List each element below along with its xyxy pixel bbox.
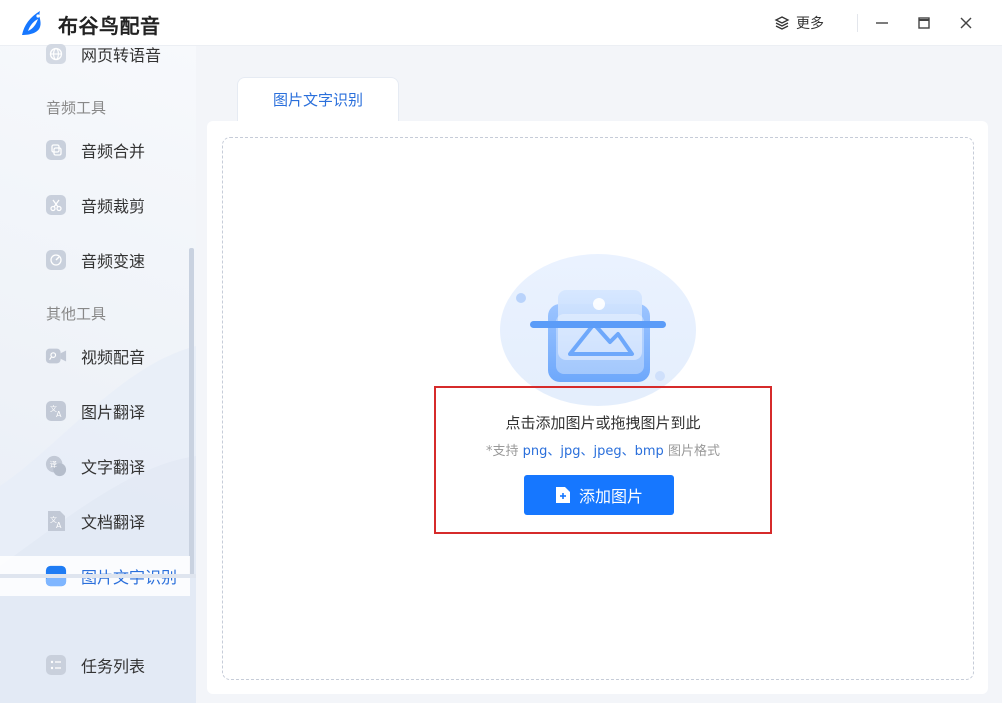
globe-icon [45, 43, 67, 65]
doc-translate-icon: 文A [45, 510, 67, 532]
sidebar-item-label: 视频配音 [81, 348, 146, 367]
image-translate-icon: 文A [45, 400, 67, 422]
sidebar-section-title: 其他工具 [46, 305, 107, 323]
maximize-icon [918, 17, 930, 29]
more-button[interactable]: 更多 [774, 12, 824, 34]
sidebar-item-video-dubbing[interactable]: 视频配音 [0, 336, 190, 376]
close-icon [960, 17, 972, 29]
more-label: 更多 [796, 16, 824, 32]
sidebar-item-image-translate[interactable]: 文A 图片翻译 [0, 391, 190, 431]
sidebar-item-audio-merge[interactable]: 音频合并 [0, 130, 190, 170]
supported-formats-hint: *支持 png、jpg、jpeg、bmp 图片格式 [434, 440, 772, 459]
close-button[interactable] [955, 12, 977, 34]
sidebar-item-label: 任务列表 [81, 657, 146, 676]
add-file-icon [555, 487, 570, 503]
maximize-button[interactable] [913, 12, 935, 34]
tab-image-ocr[interactable]: 图片文字识别 [237, 77, 399, 121]
sidebar-item-label: 音频变速 [81, 252, 146, 271]
add-image-label: 添加图片 [578, 487, 643, 506]
minimize-icon [876, 22, 888, 24]
dropzone-hint: 点击添加图片或拖拽图片到此 [505, 414, 701, 432]
sidebar-item-audio-speed[interactable]: 音频变速 [0, 240, 190, 280]
speed-icon [45, 249, 67, 271]
formats-suffix: 图片格式 [663, 444, 720, 459]
sidebar-item-label: 文档翻译 [81, 513, 146, 532]
svg-text:译: 译 [50, 460, 58, 469]
sidebar-item-text-translate[interactable]: 译 文字翻译 [0, 446, 190, 486]
sidebar-item-label: 音频合并 [81, 142, 146, 161]
sidebar-section-title: 音频工具 [46, 99, 107, 117]
sidebar-item-task-list[interactable]: 任务列表 [0, 645, 190, 685]
sidebar-item-web-to-speech[interactable]: 网页转语音 [0, 34, 190, 74]
titlebar-divider [857, 14, 858, 32]
sidebar-item-label: 图片翻译 [81, 403, 146, 422]
sidebar-item-label: 音频裁剪 [81, 197, 146, 216]
video-mic-icon [45, 345, 67, 367]
text-translate-icon: 译 [45, 455, 67, 477]
sidebar-item-doc-translate[interactable]: 文A 文档翻译 [0, 501, 190, 541]
formats-prefix: *支持 [486, 444, 523, 459]
sidebar-divider [0, 574, 196, 578]
merge-icon [45, 139, 67, 161]
formats-list: png、jpg、jpeg、bmp [522, 444, 664, 459]
layers-icon [774, 16, 790, 30]
svg-text:A: A [56, 410, 62, 419]
add-image-button[interactable]: 添加图片 [524, 475, 674, 515]
task-list-icon [45, 654, 67, 676]
scissors-icon [45, 194, 67, 216]
sidebar-item-audio-cut[interactable]: 音频裁剪 [0, 185, 190, 225]
sidebar-item-label: 网页转语音 [81, 46, 162, 65]
sidebar-item-label: 文字翻译 [81, 458, 146, 477]
minimize-button[interactable] [871, 12, 893, 34]
svg-text:A: A [56, 521, 62, 530]
